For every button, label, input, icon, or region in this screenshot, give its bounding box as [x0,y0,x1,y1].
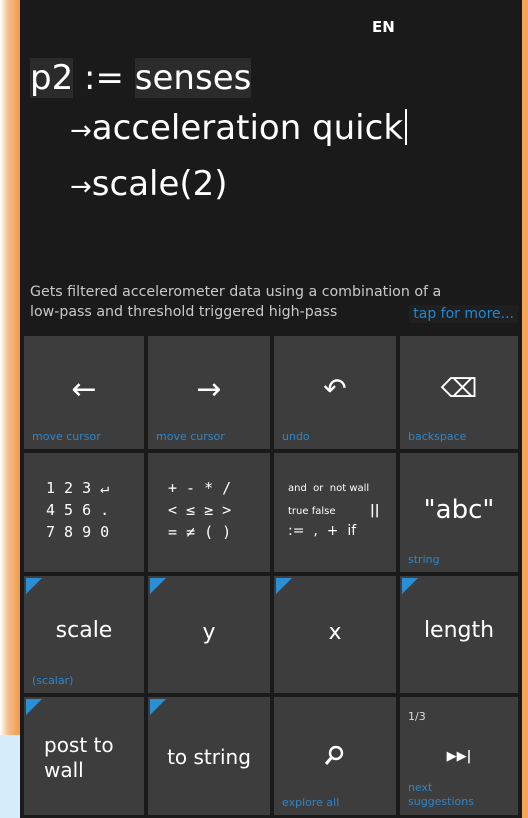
numbers-row-2: 4 5 6 . [46,501,110,519]
operators-row-2: < ≤ ≥ > [168,501,232,519]
backdrop-right [522,0,528,818]
suggestion-label: x [328,620,342,645]
next-suggestions-button[interactable]: 1/3 ▶▶| next suggestions [400,697,518,815]
suggestion-length-button[interactable]: length [400,576,518,693]
search-icon [324,745,344,765]
code-scale-arg[interactable]: (2) [179,164,227,204]
next-caption-line-2: suggestions [408,795,474,808]
suggestion-label: scale [55,618,113,643]
page-indicator: 1/3 [408,710,426,723]
key-caption: move cursor [32,430,101,443]
key-caption: string [408,553,440,566]
corner-marker [150,699,166,715]
next-suggestions-caption: next suggestions [408,781,474,809]
post-to-wall-label: post to wall [44,733,114,783]
string-label: "abc" [423,495,495,525]
to-string-button[interactable]: to string [148,697,270,815]
suggestion-scale-button[interactable]: scale (scalar) [24,576,144,693]
right-arrow-icon: → [196,372,222,407]
arrow-icon: → [70,116,92,146]
key-caption: move cursor [156,430,225,443]
undo-button[interactable]: ↶ undo [274,336,396,449]
backspace-button[interactable]: ⌫ backspace [400,336,518,449]
keywords-or-symbol: || [370,503,380,518]
next-caption-line-1: next [408,781,433,794]
keyboard-grid: ← move cursor → move cursor ↶ undo ⌫ bac… [20,334,522,818]
next-icon: ▶▶| [446,749,472,764]
keywords-key[interactable]: and or not wall true false || := , + if [274,453,396,572]
key-caption: backspace [408,430,467,443]
code-line-1[interactable]: p2 := senses [30,58,252,98]
string-key[interactable]: "abc" string [400,453,518,572]
numbers-key[interactable]: 1 2 3 ↵ 4 5 6 . 7 8 9 0 [24,453,144,572]
phone-panel: EN p2 := senses →acceleration quick →sca… [20,0,522,818]
help-line-1: Gets filtered accelerometer data using a… [30,284,442,300]
text-cursor [405,109,408,145]
corner-marker [26,699,42,715]
left-arrow-icon: ← [71,372,97,407]
code-line-3[interactable]: →scale(2) [70,164,228,204]
backdrop-left [0,0,20,818]
key-caption: undo [282,430,310,443]
numbers-row-3: 7 8 9 0 [46,523,110,541]
post-to-wall-line-2: wall [44,758,84,782]
suggestion-label: y [202,620,216,645]
keywords-row-3: := , + if [288,523,357,539]
corner-marker [276,578,292,594]
corner-marker [26,578,42,594]
code-acceleration[interactable]: acceleration quick [92,108,403,148]
post-to-wall-line-1: post to [44,733,114,757]
code-senses[interactable]: senses [134,58,252,98]
backspace-icon: ⌫ [440,374,478,404]
key-caption: (scalar) [32,674,74,687]
tap-for-more-link[interactable]: tap for more... [409,305,518,323]
code-scale[interactable]: scale [92,164,180,204]
suggestion-label: length [423,618,495,643]
suggestion-x-button[interactable]: x [274,576,396,693]
operators-key[interactable]: + - * / < ≤ ≥ > = ≠ ( ) [148,453,270,572]
move-cursor-right-button[interactable]: → move cursor [148,336,270,449]
assign-operator: := [84,58,124,98]
undo-icon: ↶ [323,372,347,405]
numbers-row-1: 1 2 3 ↵ [46,479,110,497]
suggestion-y-button[interactable]: y [148,576,270,693]
post-to-wall-button[interactable]: post to wall [24,697,144,815]
language-indicator: EN [372,18,395,36]
corner-marker [150,578,166,594]
keywords-row-1: and or not wall [288,483,370,494]
corner-marker [402,578,418,594]
move-cursor-left-button[interactable]: ← move cursor [24,336,144,449]
keywords-true-false: true false [288,506,336,517]
to-string-label: to string [167,745,251,769]
operators-row-1: + - * / [168,479,232,497]
operators-row-3: = ≠ ( ) [168,523,232,541]
key-caption: explore all [282,796,340,809]
code-variable[interactable]: p2 [30,58,74,98]
arrow-icon: → [70,172,92,202]
explore-all-button[interactable]: explore all [274,697,396,815]
code-line-2[interactable]: →acceleration quick [70,108,408,148]
